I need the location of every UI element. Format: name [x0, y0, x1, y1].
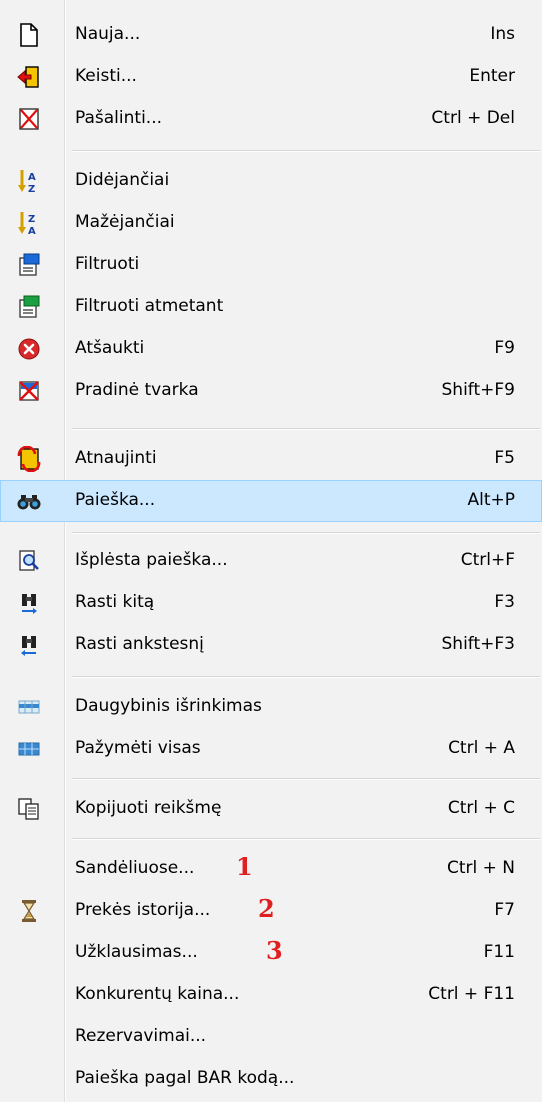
menu-item-label: Keisti... — [75, 66, 137, 86]
menu-item-find-next[interactable]: Rasti kitą F3 — [0, 582, 542, 624]
menu-item-competitor-price[interactable]: Konkurentų kaina... Ctrl + F11 — [0, 974, 542, 1016]
svg-text:A: A — [28, 226, 36, 236]
menu-item-warehouses[interactable]: Sandėliuose... 1 Ctrl + N — [0, 848, 542, 890]
reset-order-icon — [16, 378, 42, 404]
menu-separator — [72, 676, 540, 678]
menu-item-shortcut: F7 — [494, 900, 515, 920]
menu-item-shortcut: Ctrl + N — [446, 858, 515, 878]
menu-item-label: Pradinė tvarka — [75, 380, 199, 400]
menu-separator — [72, 428, 540, 430]
select-all-icon — [16, 736, 42, 762]
menu-item-label: Atnaujinti — [75, 448, 157, 468]
refresh-icon — [16, 445, 42, 473]
menu-separator — [72, 838, 540, 840]
menu-item-shortcut: Ctrl + F11 — [428, 984, 515, 1004]
menu-item-label: Paieška pagal BAR kodą... — [75, 1068, 295, 1088]
annotation-number: 2 — [258, 894, 275, 923]
menu-item-label: Daugybinis išrinkimas — [75, 696, 262, 716]
menu-item-edit[interactable]: Keisti... Enter — [0, 56, 542, 98]
advanced-search-icon — [16, 548, 42, 574]
context-menu: Nauja... Ins Keisti... Enter Pašalinti..… — [0, 0, 542, 1102]
menu-item-advanced-search[interactable]: Išplėsta paieška... Ctrl+F — [0, 540, 542, 582]
menu-item-search[interactable]: Paieška... Alt+P — [0, 480, 542, 522]
annotation-number: 1 — [236, 852, 253, 881]
menu-item-label: Paieška... — [75, 490, 156, 510]
filter-icon — [16, 252, 42, 278]
menu-item-label: Filtruoti — [75, 254, 140, 274]
menu-item-shortcut: F9 — [494, 338, 515, 358]
menu-item-label: Nauja... — [75, 24, 141, 44]
menu-item-shortcut: Ctrl+F — [460, 550, 515, 570]
menu-item-shortcut: Shift+F3 — [441, 634, 515, 654]
menu-item-sort-descending[interactable]: Z A Mažėjančiai — [0, 202, 542, 244]
menu-item-shortcut: Ins — [490, 24, 515, 44]
menu-separator — [72, 778, 540, 780]
sort-ascending-icon: A Z — [16, 168, 42, 195]
hourglass-icon — [16, 898, 42, 924]
menu-item-shortcut: Ctrl + C — [447, 798, 515, 818]
menu-item-label: Mažėjančiai — [75, 212, 175, 232]
delete-icon — [16, 106, 42, 132]
menu-item-cancel[interactable]: Atšaukti F9 — [0, 328, 542, 370]
menu-item-multi-select[interactable]: Daugybinis išrinkimas — [0, 686, 542, 728]
menu-item-filter[interactable]: Filtruoti — [0, 244, 542, 286]
new-document-icon — [16, 22, 42, 48]
menu-item-product-history[interactable]: Prekės istorija... 2 F7 — [0, 890, 542, 932]
menu-item-delete[interactable]: Pašalinti... Ctrl + Del — [0, 98, 542, 140]
svg-text:Z: Z — [28, 214, 35, 225]
menu-item-shortcut: Shift+F9 — [441, 380, 515, 400]
svg-text:A: A — [28, 172, 36, 183]
filter-exclude-icon — [16, 294, 42, 320]
menu-item-copy-value[interactable]: Kopijuoti reikšmę Ctrl + C — [0, 788, 542, 830]
menu-separator — [72, 532, 540, 534]
menu-item-label: Atšaukti — [75, 338, 145, 358]
binoculars-icon — [16, 488, 42, 514]
menu-item-label: Kopijuoti reikšmę — [75, 798, 222, 818]
menu-item-label: Išplėsta paieška... — [75, 550, 228, 570]
menu-item-label: Rasti ankstesnį — [75, 634, 204, 654]
sort-descending-icon: Z A — [16, 210, 42, 237]
cancel-icon — [16, 336, 42, 362]
menu-item-sort-ascending[interactable]: A Z Didėjančiai — [0, 160, 542, 202]
menu-item-refresh[interactable]: Atnaujinti F5 — [0, 438, 542, 480]
svg-text:Z: Z — [28, 184, 35, 194]
menu-item-new[interactable]: Nauja... Ins — [0, 14, 542, 56]
find-previous-icon — [16, 632, 42, 658]
menu-item-inquiry[interactable]: Užklausimas... 3 F11 — [0, 932, 542, 974]
copy-icon — [16, 796, 42, 822]
menu-item-shortcut: Enter — [469, 66, 515, 86]
annotation-number: 3 — [266, 936, 283, 965]
menu-item-shortcut: Ctrl + Del — [431, 108, 515, 128]
edit-icon — [16, 64, 42, 90]
menu-item-shortcut: Alt+P — [467, 490, 515, 510]
find-next-icon — [16, 590, 42, 616]
menu-item-shortcut: Ctrl + A — [448, 738, 515, 758]
menu-item-reset-order[interactable]: Pradinė tvarka Shift+F9 — [0, 370, 542, 412]
multi-select-icon — [16, 694, 42, 720]
menu-item-shortcut: F11 — [483, 942, 515, 962]
menu-item-label: Prekės istorija... — [75, 900, 211, 920]
menu-item-find-previous[interactable]: Rasti ankstesnį Shift+F3 — [0, 624, 542, 666]
menu-item-label: Užklausimas... — [75, 942, 198, 962]
menu-item-label: Rezervavimai... — [75, 1026, 207, 1046]
menu-item-label: Didėjančiai — [75, 170, 170, 190]
menu-item-reservations[interactable]: Rezervavimai... — [0, 1016, 542, 1058]
menu-item-label: Sandėliuose... — [75, 858, 195, 878]
menu-item-shortcut: F5 — [494, 448, 515, 468]
menu-item-label: Konkurentų kaina... — [75, 984, 240, 1004]
menu-item-shortcut: F3 — [494, 592, 515, 612]
menu-item-label: Filtruoti atmetant — [75, 296, 224, 316]
menu-item-label: Rasti kitą — [75, 592, 155, 612]
menu-item-label: Pašalinti... — [75, 108, 163, 128]
menu-item-filter-exclude[interactable]: Filtruoti atmetant — [0, 286, 542, 328]
menu-separator — [72, 150, 540, 152]
menu-item-label: Pažymėti visas — [75, 738, 201, 758]
menu-item-select-all[interactable]: Pažymėti visas Ctrl + A — [0, 728, 542, 770]
menu-item-barcode-search[interactable]: Paieška pagal BAR kodą... — [0, 1058, 542, 1100]
